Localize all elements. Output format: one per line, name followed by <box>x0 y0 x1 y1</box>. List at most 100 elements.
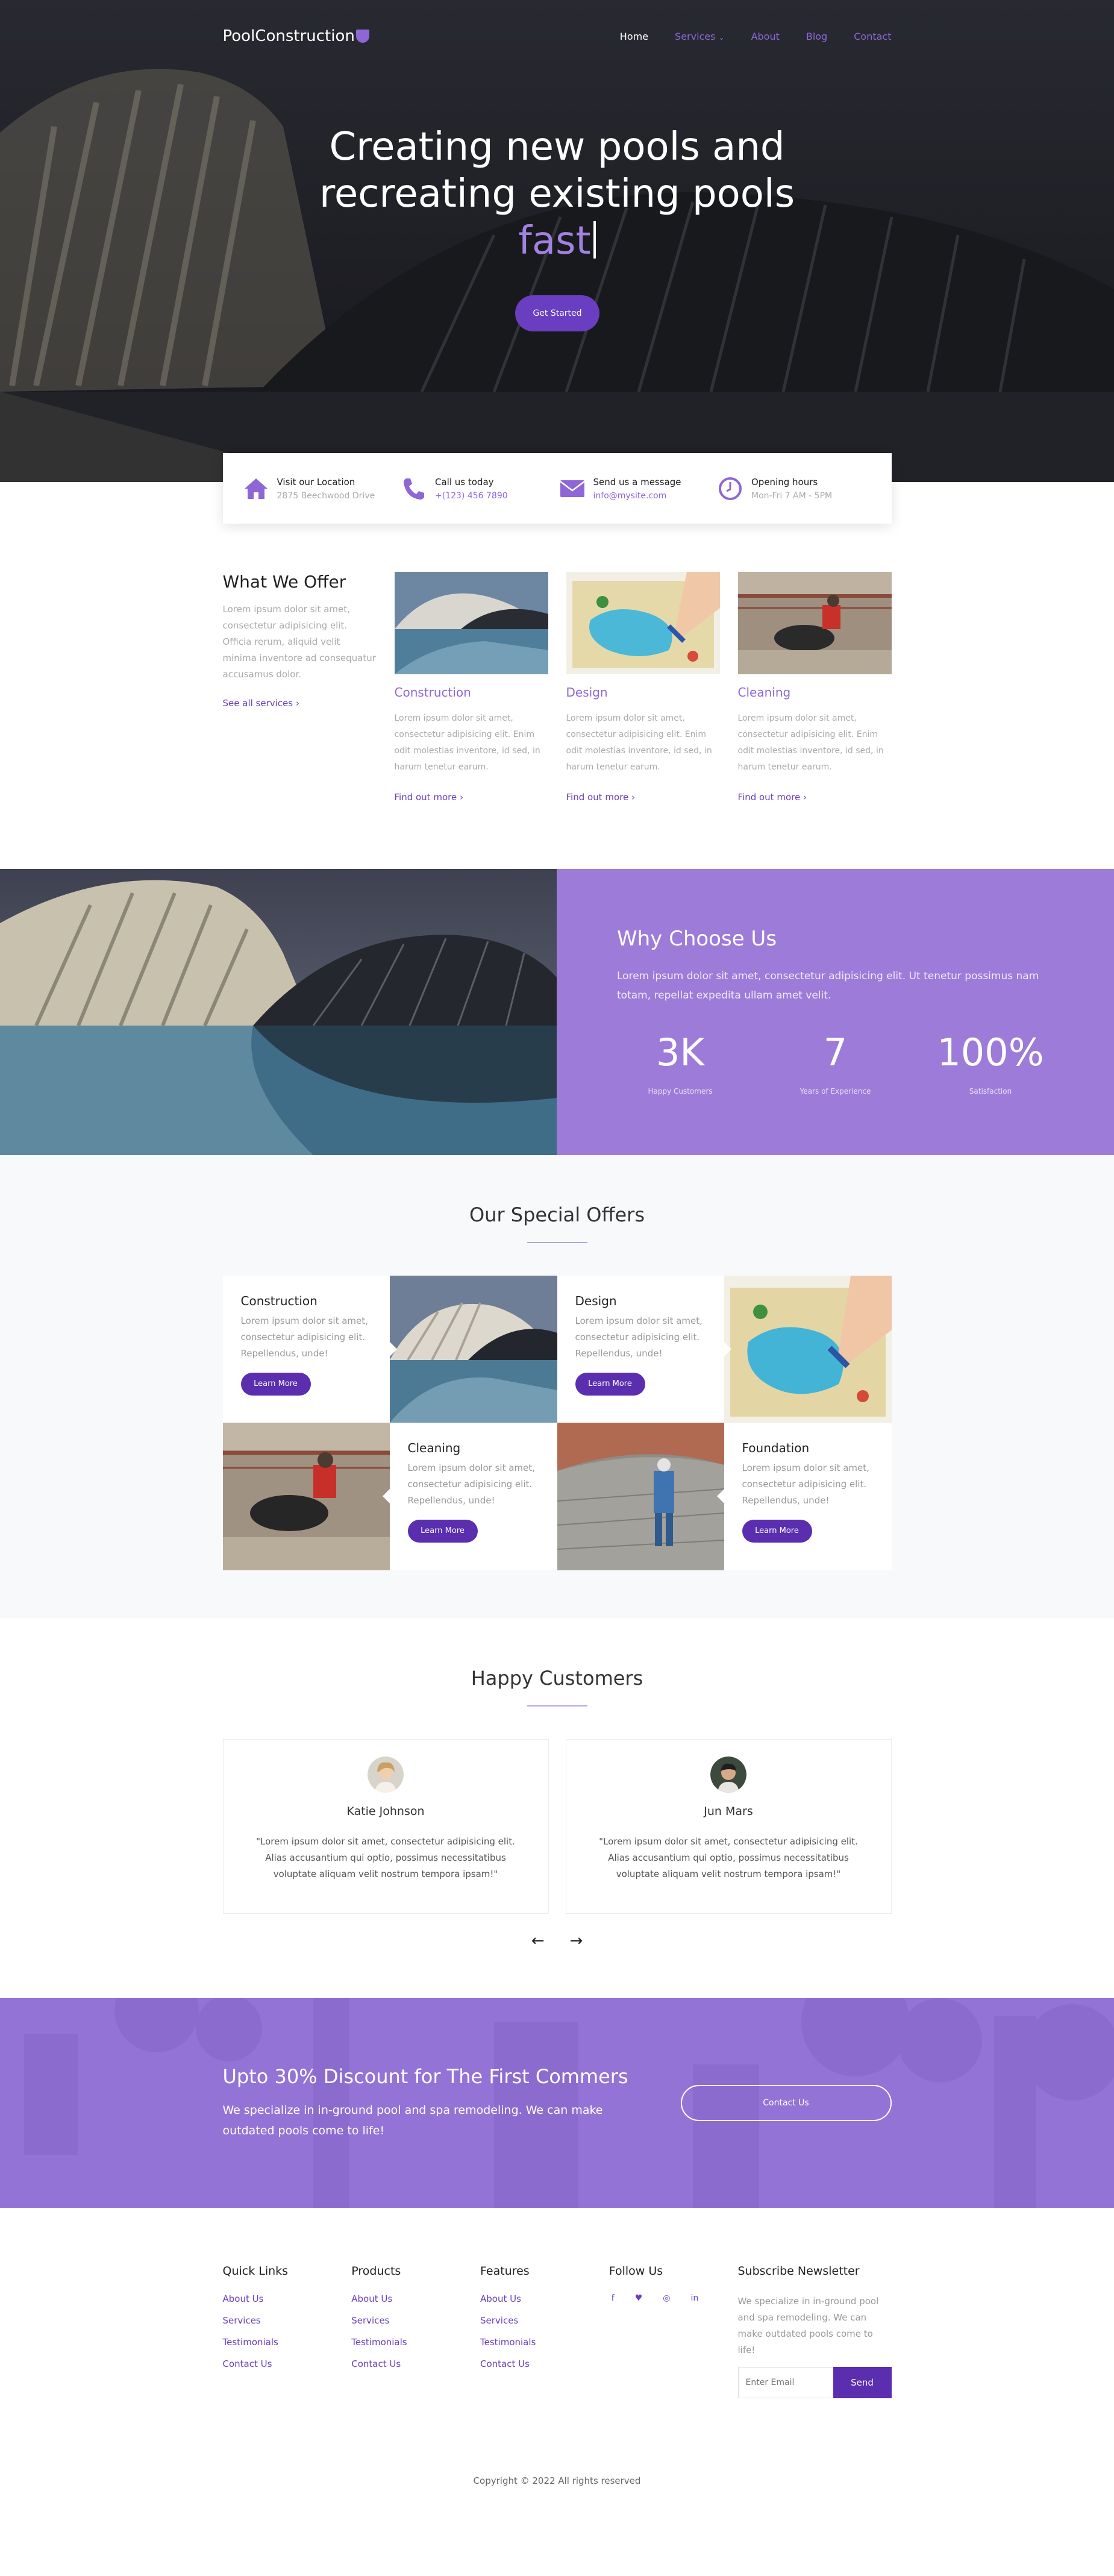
offer-card-title: Foundation <box>742 1441 810 1455</box>
twitter-icon[interactable]: ♥ <box>635 2293 643 2303</box>
service-card-design: Design Lorem ipsum dolor sit amet, conse… <box>566 572 720 803</box>
service-card-cleaning: Cleaning Lorem ipsum dolor sit amet, con… <box>737 572 892 803</box>
chevron-right-icon: › <box>459 792 463 803</box>
offer-card-title: Cleaning <box>407 1441 461 1455</box>
construction-offer-image <box>389 1276 557 1423</box>
why-text: Lorem ipsum dolor sit amet, consectetur … <box>617 970 1039 1001</box>
chevron-right-icon: › <box>295 698 299 709</box>
footer-features: Features About Us Services Testimonials … <box>480 2264 592 2398</box>
contact-us-button[interactable]: Contact Us <box>680 2085 892 2121</box>
phone-icon <box>404 478 424 500</box>
footer-link[interactable]: About Us <box>223 2293 334 2304</box>
footer-link[interactable]: Testimonials <box>223 2337 334 2348</box>
menu-services[interactable]: Services ⌄ <box>675 31 725 42</box>
social-links: f ♥ ◎ in <box>609 2293 721 2303</box>
offer-card-foundation: Foundation Lorem ipsum dolor sit amet, c… <box>716 1423 892 1570</box>
instagram-icon[interactable]: ◎ <box>663 2293 670 2303</box>
stat-label: Satisfaction <box>969 1087 1012 1095</box>
footer-link[interactable]: Services <box>351 2315 463 2326</box>
why-title: Why Choose Us <box>617 927 777 951</box>
why-choose-us-section: Why Choose Us Lorem ipsum dolor sit amet… <box>0 869 1114 1155</box>
learn-more-button[interactable]: Learn More <box>407 1520 478 1543</box>
footer-link[interactable]: Services <box>480 2315 592 2326</box>
testimonial-name: Katie Johnson <box>346 1805 425 1818</box>
cta-text-block: Upto 30% Discount for The First Commers … <box>223 2065 628 2141</box>
happy-customers-section: Happy Customers Katie Johnson "Lorem ips… <box>0 1619 1114 1998</box>
find-out-more-link[interactable]: Find out more › <box>566 792 635 803</box>
arrow-left-icon[interactable]: ← <box>531 1932 545 1950</box>
linkedin-icon[interactable]: in <box>690 2293 698 2303</box>
menu-about[interactable]: About <box>751 31 780 42</box>
info-hours-title: Opening hours <box>751 476 818 487</box>
special-offers-title: Our Special Offers <box>469 1203 645 1226</box>
stat-satisfaction: 100% Satisfaction <box>927 1032 1054 1096</box>
footer-col-title: Products <box>351 2264 401 2278</box>
newsletter-text: We specialize in in-ground pool and spa … <box>737 2296 879 2355</box>
footer-col-title: Features <box>480 2264 530 2278</box>
offer-card-title: Construction <box>240 1294 318 1308</box>
offer-card-text: Lorem ipsum dolor sit amet, consectetur … <box>240 1315 368 1359</box>
hero-typed-word: fast <box>518 219 591 263</box>
copyright: Copyright © 2022 All rights reserved <box>473 2475 641 2486</box>
info-phone-value[interactable]: +(123) 456 7890 <box>435 491 508 501</box>
stats-row: 3K Happy Customers 7 Years of Experience 1… <box>617 1032 1054 1096</box>
testimonial-quote: "Lorem ipsum dolor sit amet, consectetur… <box>256 1836 515 1879</box>
info-email: Send us a message info@mysite.com <box>557 474 716 504</box>
get-started-button[interactable]: Get Started <box>515 295 599 331</box>
find-out-more-link[interactable]: Find out more › <box>738 792 807 803</box>
info-email-value[interactable]: info@mysite.com <box>593 491 681 501</box>
footer-link[interactable]: Testimonials <box>480 2337 592 2348</box>
footer-newsletter: Subscribe Newsletter We specialize in in… <box>737 2264 892 2398</box>
see-all-services-link[interactable]: See all services › <box>223 698 299 709</box>
chevron-down-icon: ⌄ <box>718 33 725 42</box>
why-choose-us-content: Why Choose Us Lorem ipsum dolor sit amet… <box>557 869 1114 1155</box>
section-divider <box>527 1242 587 1243</box>
learn-more-button[interactable]: Learn More <box>575 1373 645 1396</box>
offer-card-text: Lorem ipsum dolor sit amet, consectetur … <box>742 1462 869 1506</box>
info-location-title: Visit our Location <box>277 476 355 487</box>
carousel-controls: ← → <box>0 1932 1114 1950</box>
testimonial-card: Jun Mars "Lorem ipsum dolor sit amet, co… <box>565 1739 892 1914</box>
service-text: Lorem ipsum dolor sit amet, consectetur … <box>566 713 712 772</box>
footer-link[interactable]: About Us <box>351 2293 463 2304</box>
info-phone: Call us today +(123) 456 7890 <box>399 474 557 504</box>
offer-card-cleaning: Cleaning Lorem ipsum dolor sit amet, con… <box>382 1423 557 1570</box>
learn-more-button[interactable]: Learn More <box>240 1373 311 1396</box>
learn-more-button[interactable]: Learn More <box>742 1520 812 1543</box>
facebook-icon[interactable]: f <box>612 2293 615 2303</box>
footer-link[interactable]: Contact Us <box>351 2358 463 2369</box>
special-offers-section: Our Special Offers Construction Lorem ip… <box>0 1155 1114 1619</box>
menu-blog[interactable]: Blog <box>806 31 827 42</box>
section-divider <box>527 1705 587 1706</box>
stat-experience: 7 Years of Experience <box>772 1032 899 1096</box>
footer-link[interactable]: Contact Us <box>223 2358 334 2369</box>
footer-link[interactable]: About Us <box>480 2293 592 2304</box>
info-phone-title: Call us today <box>435 476 494 487</box>
top-navbar: PoolConstruction Home Services ⌄ About Bl… <box>0 0 1114 72</box>
offer-card-text: Lorem ipsum dolor sit amet, consectetur … <box>407 1462 535 1506</box>
newsletter-send-button[interactable]: Send <box>833 2367 892 2398</box>
menu-home[interactable]: Home <box>620 31 648 42</box>
typing-cursor <box>593 221 596 259</box>
what-we-offer-section: What We Offer Lorem ipsum dolor sit amet… <box>0 524 1114 869</box>
hero-title-line1: Creating new pools and <box>329 125 785 169</box>
testimonial-name: Jun Mars <box>704 1805 753 1818</box>
menu-contact[interactable]: Contact <box>854 31 891 42</box>
site-logo[interactable]: PoolConstruction <box>223 27 369 45</box>
footer-products: Products About Us Services Testimonials … <box>351 2264 463 2398</box>
cta-title: Upto 30% Discount for The First Commers <box>222 2065 628 2088</box>
home-icon <box>244 478 268 499</box>
testimonial-quote: "Lorem ipsum dolor sit amet, consectetur… <box>599 1836 858 1879</box>
footer-link[interactable]: Services <box>223 2315 334 2326</box>
contact-info-bar: Visit our Location 2875 Beechwood Drive C… <box>222 453 892 524</box>
why-choose-us-image <box>0 869 557 1155</box>
footer-link[interactable]: Contact Us <box>480 2358 592 2369</box>
hero-title-line2: recreating existing pools <box>319 172 795 216</box>
footer-col-title: Subscribe Newsletter <box>737 2264 860 2278</box>
footer-link[interactable]: Testimonials <box>351 2337 463 2348</box>
arrow-right-icon[interactable]: → <box>570 1932 583 1950</box>
newsletter-form: Send <box>737 2367 892 2398</box>
newsletter-email-input[interactable] <box>737 2367 833 2398</box>
service-card-construction: Construction Lorem ipsum dolor sit amet,… <box>394 572 548 803</box>
find-out-more-link[interactable]: Find out more › <box>395 792 463 803</box>
